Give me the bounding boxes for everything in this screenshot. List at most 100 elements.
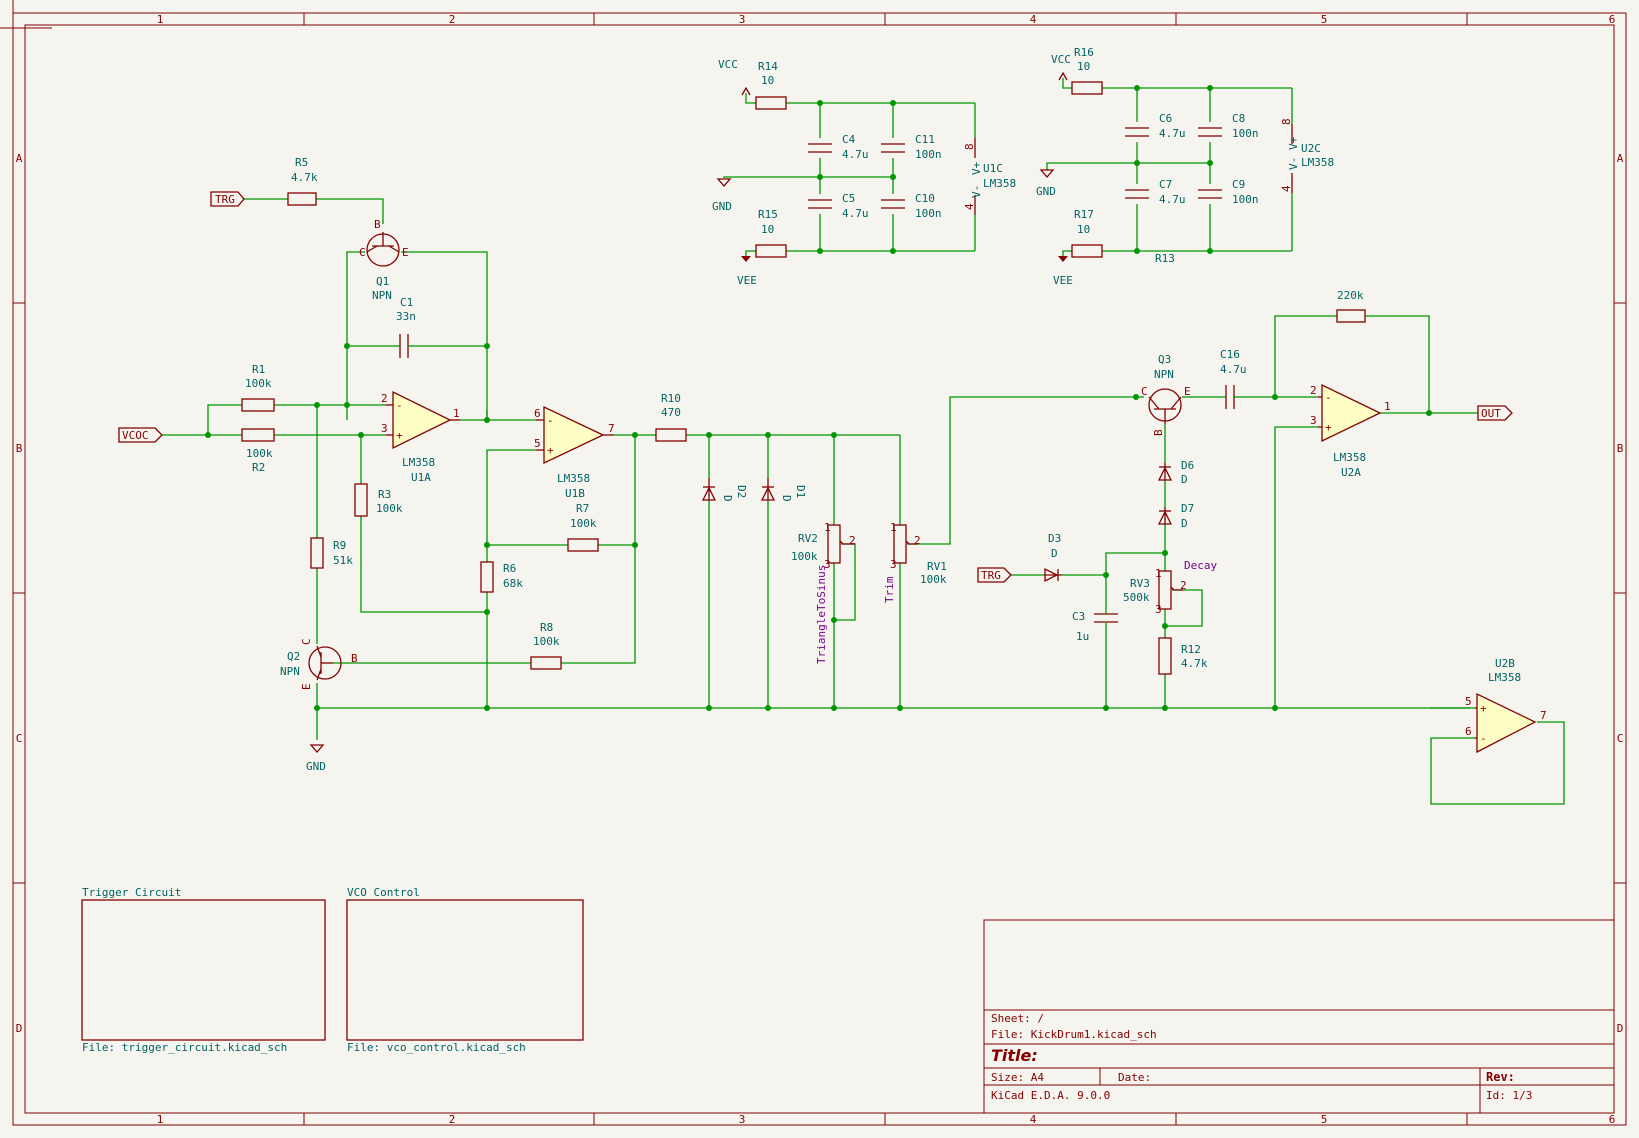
resistor-r1[interactable]: R1 100k <box>241 363 275 412</box>
diode-d3[interactable]: D3 D <box>1044 532 1062 583</box>
col-label: 1 <box>157 1113 164 1126</box>
svg-text:8: 8 <box>963 143 976 150</box>
svg-text:-: - <box>547 414 554 427</box>
col-label: 4 <box>1030 1113 1037 1126</box>
capacitor-c1[interactable]: C1 33n <box>393 296 416 358</box>
svg-text:RV3: RV3 <box>1130 577 1150 590</box>
capacitor-c6[interactable]: C6 4.7u <box>1125 112 1186 140</box>
svg-text:R15: R15 <box>758 208 778 221</box>
svg-text:C7: C7 <box>1159 178 1172 191</box>
opamp-u1c-power[interactable]: 8 4 V+ V- U1C LM358 <box>963 138 1016 215</box>
opamp-u1b[interactable]: - + 6 5 7 LM358 U1B <box>534 405 615 500</box>
label-vcoc[interactable]: VCOC <box>118 427 163 443</box>
svg-text:GND: GND <box>1036 185 1056 198</box>
sheet-name: VCO Control <box>347 886 420 899</box>
svg-text:4.7u: 4.7u <box>842 207 869 220</box>
opamp-u2a[interactable]: - + 2 3 1 LM358 U2A <box>1310 383 1391 479</box>
svg-text:R9: R9 <box>333 539 346 552</box>
svg-text:E: E <box>402 246 409 259</box>
svg-text:E: E <box>1184 385 1191 398</box>
resistor-r5[interactable]: R5 4.7k <box>287 156 318 206</box>
diode-d1[interactable]: D D1 <box>760 478 807 502</box>
row-label: D <box>1617 1022 1624 1035</box>
svg-text:D: D <box>721 495 734 502</box>
opamp-u1a[interactable]: - + 2 3 1 LM358 U1A <box>381 390 460 484</box>
svg-text:D: D <box>1181 473 1188 486</box>
svg-text:R2: R2 <box>252 461 265 474</box>
vee-symbol: VEE <box>1053 256 1073 287</box>
capacitor-c11[interactable]: C11 100n <box>881 133 942 161</box>
svg-text:VEE: VEE <box>1053 274 1073 287</box>
svg-text:V+: V+ <box>970 161 983 175</box>
svg-text:B: B <box>1152 429 1165 436</box>
capacitor-c7[interactable]: C7 4.7u <box>1125 178 1186 206</box>
resistor-r9[interactable]: R9 51k <box>310 537 353 569</box>
svg-text:100k: 100k <box>245 377 272 390</box>
col-label: 2 <box>449 1113 456 1126</box>
svg-text:C4: C4 <box>842 133 856 146</box>
svg-text:100k: 100k <box>376 502 403 515</box>
resistor-r16[interactable]: R16 10 <box>1071 46 1103 95</box>
svg-text:100n: 100n <box>915 207 942 220</box>
diode-d7[interactable]: D7 D <box>1157 502 1194 530</box>
svg-text:LM358: LM358 <box>1333 451 1366 464</box>
transistor-q1[interactable]: B C E Q1 NPN <box>359 218 409 302</box>
opamp-u2c-power[interactable]: 8 4 V+ V- U2C LM358 <box>1280 118 1334 193</box>
transistor-q3[interactable]: C E B Q3 NPN <box>1141 353 1191 436</box>
sheet-path: Sheet: / <box>991 1012 1044 1025</box>
resistor-r13[interactable]: R13 220k <box>1155 252 1366 323</box>
opamp-u2b[interactable]: + - 5 6 7 U2B LM358 <box>1465 657 1547 754</box>
svg-text:5: 5 <box>534 437 541 450</box>
resistor-r10[interactable]: R10 470 <box>655 392 687 442</box>
svg-text:4.7u: 4.7u <box>1159 127 1186 140</box>
svg-text:5: 5 <box>1465 695 1472 708</box>
resistor-r12[interactable]: R12 4.7k <box>1158 637 1208 675</box>
svg-text:-: - <box>396 399 403 412</box>
diode-d2[interactable]: D D2 <box>701 478 748 502</box>
potentiometer-rv1[interactable]: 1 2 3 RV1 100k Trim <box>883 521 947 603</box>
label-trg-2[interactable]: TRG <box>977 567 1012 583</box>
capacitor-c4[interactable]: C4 4.7u <box>808 133 869 161</box>
resistor-r6[interactable]: R6 68k <box>480 561 523 593</box>
transistor-q2[interactable]: C E B Q2 NPN <box>280 638 358 690</box>
svg-text:4.7u: 4.7u <box>842 148 869 161</box>
hier-sheet-vco[interactable]: VCO Control File: vco_control.kicad_sch <box>346 886 584 1054</box>
resistor-r15[interactable]: R15 10 <box>755 208 787 258</box>
svg-text:3: 3 <box>890 558 897 571</box>
svg-text:B: B <box>374 218 381 231</box>
vcc-symbol: VCC <box>1051 53 1071 81</box>
potentiometer-rv3[interactable]: 1 2 3 RV3 500k Decay <box>1123 559 1217 616</box>
resistor-r2[interactable]: 100k R2 <box>241 428 275 474</box>
capacitor-c3[interactable]: C3 1u <box>1072 610 1118 643</box>
svg-text:U2B: U2B <box>1495 657 1515 670</box>
capacitor-c9[interactable]: C9 100n <box>1198 178 1259 206</box>
row-label: B <box>1617 442 1624 455</box>
diode-d6[interactable]: D6 D <box>1157 459 1194 486</box>
potentiometer-rv2[interactable]: 1 2 3 RV2 100k TriangleToSinus <box>791 521 856 664</box>
resistor-r3[interactable]: R3 100k <box>354 483 403 517</box>
svg-text:U1C: U1C <box>983 162 1003 175</box>
capacitor-c5[interactable]: C5 4.7u <box>808 192 869 220</box>
svg-text:3: 3 <box>1155 603 1162 616</box>
svg-text:D: D <box>780 495 793 502</box>
svg-text:-: - <box>1325 391 1332 404</box>
svg-text:LM358: LM358 <box>1301 156 1334 169</box>
svg-text:+: + <box>1325 421 1332 434</box>
capacitor-c8[interactable]: C8 100n <box>1198 112 1259 140</box>
hier-sheet-trigger[interactable]: Trigger Circuit File: trigger_circuit.ki… <box>81 886 326 1054</box>
capacitor-c16[interactable]: C16 4.7u <box>1218 348 1247 409</box>
resistor-r7[interactable]: R7 100k <box>567 502 599 552</box>
schematic-canvas[interactable]: 1 2 3 4 5 6 1 2 3 4 5 6 A B C D A B C D … <box>0 0 1639 1138</box>
label-out[interactable]: OUT <box>1477 405 1513 421</box>
svg-text:R1: R1 <box>252 363 265 376</box>
capacitor-c10[interactable]: C10 100n <box>881 192 942 220</box>
resistor-r14[interactable]: R14 10 <box>755 60 787 110</box>
svg-text:1: 1 <box>453 407 460 420</box>
svg-text:U1A: U1A <box>411 471 431 484</box>
title-block: Sheet: / File: KickDrum1.kicad_sch Title… <box>983 919 1615 1114</box>
resistor-r17[interactable]: R17 10 <box>1071 208 1103 258</box>
label-trg[interactable]: TRG <box>210 191 245 207</box>
resistor-r8[interactable]: R8 100k <box>530 621 562 670</box>
svg-text:C: C <box>359 246 366 259</box>
svg-text:+: + <box>1480 702 1487 715</box>
